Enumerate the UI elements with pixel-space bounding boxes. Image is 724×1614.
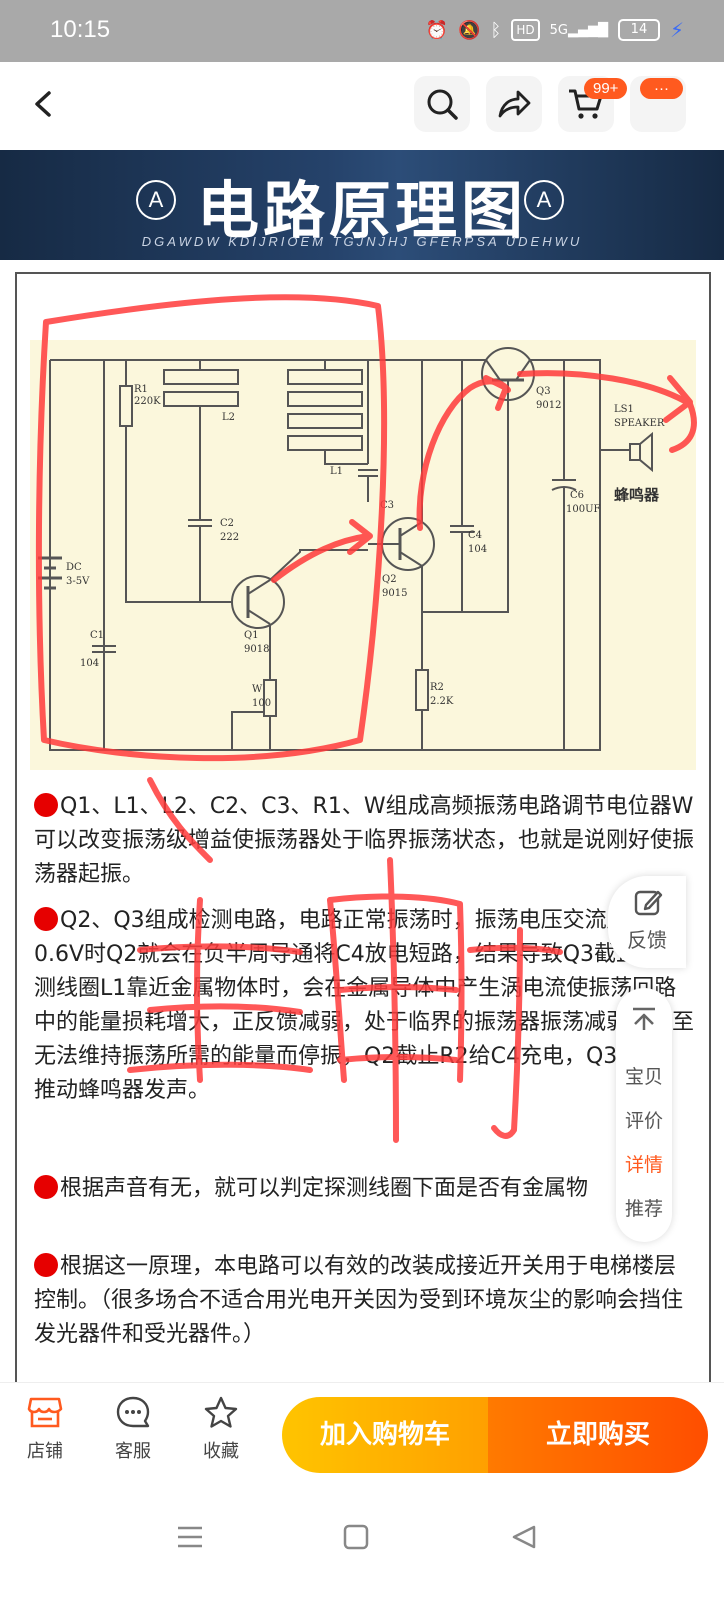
handwritten-annotations [35, 294, 697, 1143]
customer-service-label: 客服 [115, 1441, 151, 1462]
section-menu: 宝贝 评价 详情 推荐 [616, 988, 672, 1242]
menu-icon[interactable] [176, 1524, 204, 1550]
home-icon[interactable] [342, 1524, 370, 1550]
back-triangle-icon[interactable] [510, 1524, 538, 1550]
back-to-top-icon[interactable] [630, 1006, 658, 1032]
shop-label: 店铺 [27, 1441, 63, 1462]
shop-icon [27, 1397, 63, 1428]
section-item-details[interactable]: 详情 [616, 1150, 672, 1177]
system-navigation-bar [0, 1486, 724, 1614]
section-item-recommend[interactable]: 推荐 [616, 1194, 672, 1221]
favorite-label: 收藏 [203, 1441, 239, 1462]
bottom-action-bar: 店铺 客服 收藏 加入购物车 立即购买 [0, 1382, 724, 1486]
feedback-label: 反馈 [627, 928, 667, 952]
star-icon [204, 1396, 238, 1428]
add-to-cart-button[interactable]: 加入购物车 [282, 1397, 488, 1473]
favorite-button[interactable]: 收藏 [186, 1395, 256, 1463]
section-item-product[interactable]: 宝贝 [616, 1062, 672, 1089]
feedback-button[interactable]: 反馈 [608, 876, 686, 968]
shop-button[interactable]: 店铺 [10, 1395, 80, 1463]
edit-icon [634, 890, 663, 916]
section-item-reviews[interactable]: 评价 [616, 1106, 672, 1133]
chat-face-icon [116, 1396, 150, 1428]
customer-service-button[interactable]: 客服 [98, 1395, 168, 1463]
buy-now-button[interactable]: 立即购买 [488, 1397, 708, 1473]
